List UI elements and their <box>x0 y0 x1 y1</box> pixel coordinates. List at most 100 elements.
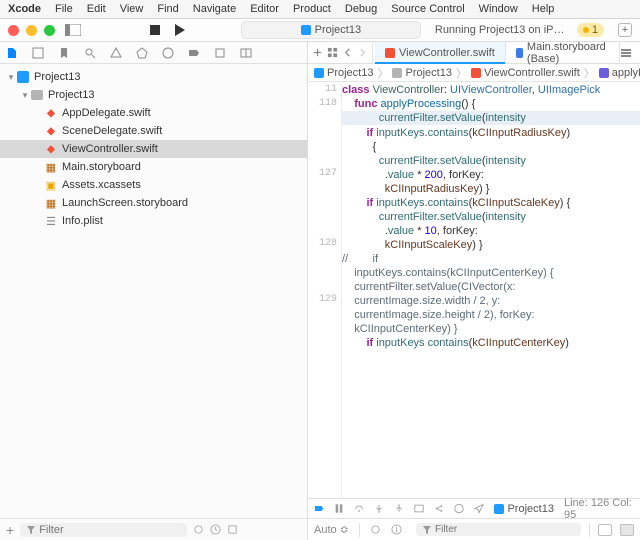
folder-icon <box>31 90 43 100</box>
menu-edit[interactable]: Edit <box>87 3 106 15</box>
source-editor[interactable]: 11 118 127 128 129 class ViewController:… <box>308 82 640 498</box>
swift-file-icon: ◆ <box>47 126 55 137</box>
run-controls <box>148 23 186 37</box>
memory-graph-icon[interactable] <box>434 503 444 514</box>
tab-bar: ViewController.swift Main.storyboard (Ba… <box>308 42 640 64</box>
console-view-toggle[interactable] <box>620 524 634 536</box>
related-items-icon[interactable] <box>327 47 338 58</box>
svg-text:i: i <box>395 524 397 535</box>
breakpoint-navigator-icon[interactable] <box>188 47 200 59</box>
columns-icon[interactable] <box>240 47 252 59</box>
swift-file-icon <box>471 68 481 78</box>
location-icon[interactable] <box>474 503 484 514</box>
quicklook-icon[interactable] <box>370 524 381 535</box>
auto-variables[interactable]: Auto ≎ <box>314 523 349 536</box>
step-into-icon[interactable] <box>374 503 384 514</box>
menu-file[interactable]: File <box>55 3 73 15</box>
app-menu[interactable]: Xcode <box>8 3 41 15</box>
window-controls <box>8 25 55 36</box>
menu-view[interactable]: View <box>120 3 144 15</box>
issue-navigator-icon[interactable] <box>110 47 122 59</box>
storyboard-file-icon: ▦ <box>46 161 56 174</box>
tree-file[interactable]: ▣Assets.xcassets <box>0 176 307 194</box>
tab-main-storyboard[interactable]: Main.storyboard (Base) <box>506 42 620 63</box>
editor-options-icon[interactable] <box>620 47 632 59</box>
debug-view-icon[interactable] <box>414 503 424 514</box>
menu-debug[interactable]: Debug <box>345 3 377 15</box>
close-window[interactable] <box>8 25 19 36</box>
storyboard-file-icon: ▦ <box>46 197 56 210</box>
plist-icon: ☰ <box>46 215 56 228</box>
stop-button[interactable] <box>148 23 162 37</box>
assets-icon: ▣ <box>46 179 56 192</box>
library-button[interactable]: + <box>618 23 632 37</box>
tree-file[interactable]: ◆ViewController.swift <box>0 140 307 158</box>
scope-icon[interactable] <box>193 524 204 535</box>
file-tree: ▾ Project13 ▾ Project13 ◆AppDelegate.swi… <box>0 64 307 518</box>
toggle-navigator-icon[interactable] <box>65 24 81 36</box>
project-navigator-icon[interactable] <box>6 47 18 59</box>
step-out-icon[interactable] <box>394 503 404 514</box>
menubar: Xcode File Edit View Find Navigate Edito… <box>0 0 640 19</box>
bookmark-navigator-icon[interactable] <box>58 47 70 59</box>
pause-icon[interactable] <box>334 503 344 514</box>
tree-file[interactable]: ☰Info.plist <box>0 212 307 230</box>
app-icon <box>301 25 311 35</box>
tree-file[interactable]: ◆AppDelegate.swift <box>0 104 307 122</box>
activity-status: Running Project13 on iPhone 14 P… <box>435 24 565 36</box>
editor-pre-controls <box>308 42 373 63</box>
menu-find[interactable]: Find <box>157 3 178 15</box>
run-button[interactable] <box>172 23 186 37</box>
find-navigator-icon[interactable] <box>84 47 96 59</box>
menu-help[interactable]: Help <box>532 3 555 15</box>
add-editor-icon[interactable] <box>312 47 323 58</box>
scheme-selector[interactable]: Project13 <box>241 21 421 39</box>
report-navigator-icon[interactable] <box>214 47 226 59</box>
debug-bar: Project13 Line: 126 Col: 95 <box>308 498 640 518</box>
debug-navigator-icon[interactable] <box>162 47 174 59</box>
jump-bar[interactable]: Project13 〉 Project13 〉 ViewController.s… <box>308 64 640 82</box>
menu-source-control[interactable]: Source Control <box>391 3 464 15</box>
tree-file[interactable]: ▦Main.storyboard <box>0 158 307 176</box>
go-forward-icon[interactable] <box>357 47 368 58</box>
go-back-icon[interactable] <box>342 47 353 58</box>
editor-panel: ViewController.swift Main.storyboard (Ba… <box>308 42 640 540</box>
warning-icon <box>583 27 589 33</box>
project-icon <box>314 68 324 78</box>
menu-navigate[interactable]: Navigate <box>193 3 236 15</box>
process-picker[interactable]: Project13 <box>494 503 553 515</box>
filter-icon <box>26 525 36 535</box>
test-navigator-icon[interactable] <box>136 47 148 59</box>
zoom-window[interactable] <box>44 25 55 36</box>
tree-file[interactable]: ▦LaunchScreen.storyboard <box>0 194 307 212</box>
source-text[interactable]: class ViewController: UIViewController, … <box>342 82 640 498</box>
disclosure-icon[interactable]: ▾ <box>6 72 16 83</box>
environment-icon[interactable] <box>454 503 464 514</box>
tree-file[interactable]: ◆SceneDelegate.swift <box>0 122 307 140</box>
print-description-icon[interactable]: i <box>391 524 402 535</box>
source-control-status-icon[interactable] <box>227 524 238 535</box>
tab-viewcontroller[interactable]: ViewController.swift <box>375 42 506 63</box>
menu-editor[interactable]: Editor <box>250 3 279 15</box>
step-over-icon[interactable] <box>354 503 364 514</box>
project-icon <box>17 71 29 83</box>
toggle-breakpoints-icon[interactable] <box>314 503 324 514</box>
source-control-navigator-icon[interactable] <box>32 47 44 59</box>
disclosure-icon[interactable]: ▾ <box>20 90 30 101</box>
navigator-tabs <box>0 42 307 64</box>
debug-area-footer: Auto ≎ i <box>308 518 640 540</box>
minimize-window[interactable] <box>26 25 37 36</box>
method-icon <box>599 68 609 78</box>
menu-window[interactable]: Window <box>479 3 518 15</box>
variables-view-toggle[interactable] <box>598 524 612 536</box>
console-filter-input[interactable] <box>435 524 575 535</box>
cursor-position: Line: 126 Col: 95 <box>564 497 634 521</box>
add-file-button[interactable]: + <box>6 525 14 535</box>
menu-product[interactable]: Product <box>293 3 331 15</box>
warnings-badge[interactable]: 1 <box>577 23 604 37</box>
scheme-title: Project13 <box>315 24 361 36</box>
recent-icon[interactable] <box>210 524 221 535</box>
tree-folder[interactable]: ▾ Project13 <box>0 86 307 104</box>
tree-project-root[interactable]: ▾ Project13 <box>0 68 307 86</box>
navigator-filter-input[interactable] <box>39 524 181 536</box>
